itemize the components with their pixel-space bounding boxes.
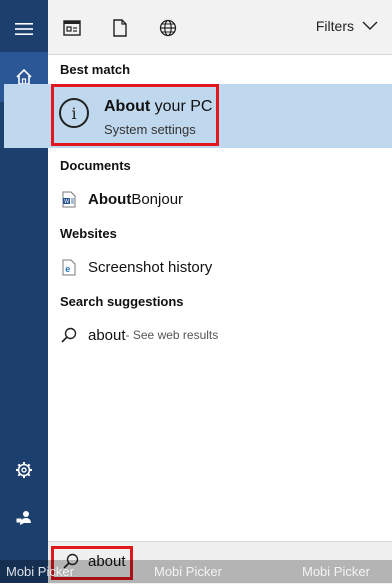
website-result[interactable]: e Screenshot history (60, 255, 212, 279)
websites-header: Websites (60, 226, 117, 241)
watermark-text-1: Mobi Picker (6, 564, 74, 579)
hamburger-icon (15, 22, 33, 36)
filter-toolbar: Filters (48, 0, 392, 55)
watermark-text-3: Mobi Picker (302, 564, 370, 579)
svg-text:W: W (64, 199, 69, 205)
document-result-bold: About (88, 190, 132, 208)
globe-icon[interactable] (158, 18, 178, 38)
suggestion-term: about (88, 326, 126, 344)
svg-text:e: e (65, 264, 70, 274)
filters-label: Filters (315, 18, 354, 34)
chevron-down-icon (362, 18, 378, 34)
settings-button[interactable] (0, 445, 48, 495)
apps-icon[interactable] (62, 18, 82, 38)
suggestion-result[interactable]: about - See web results (60, 323, 218, 347)
search-icon (60, 326, 78, 344)
edge-page-icon: e (60, 258, 78, 276)
document-result-rest: Bonjour (131, 190, 184, 208)
annotation-highlight-best-match (51, 84, 219, 146)
word-document-icon: W (60, 190, 78, 208)
suggestion-hint: - See web results (125, 328, 219, 342)
feedback-icon (15, 509, 33, 527)
watermark-text-2: Mobi Picker (154, 564, 222, 579)
menu-button[interactable] (0, 4, 48, 54)
website-result-label: Screenshot history (88, 258, 213, 276)
search-suggestions-header: Search suggestions (60, 294, 184, 309)
document-result[interactable]: W About Bonjour (60, 187, 183, 211)
settings-gear-icon (15, 461, 33, 479)
feedback-button[interactable] (0, 493, 48, 543)
watermark-strip: Mobi Picker Mobi Picker Mobi Picker (0, 560, 392, 583)
document-icon[interactable] (110, 18, 130, 38)
filters-dropdown[interactable]: Filters (316, 18, 378, 34)
best-match-header: Best match (60, 62, 131, 77)
documents-header: Documents (60, 158, 131, 173)
